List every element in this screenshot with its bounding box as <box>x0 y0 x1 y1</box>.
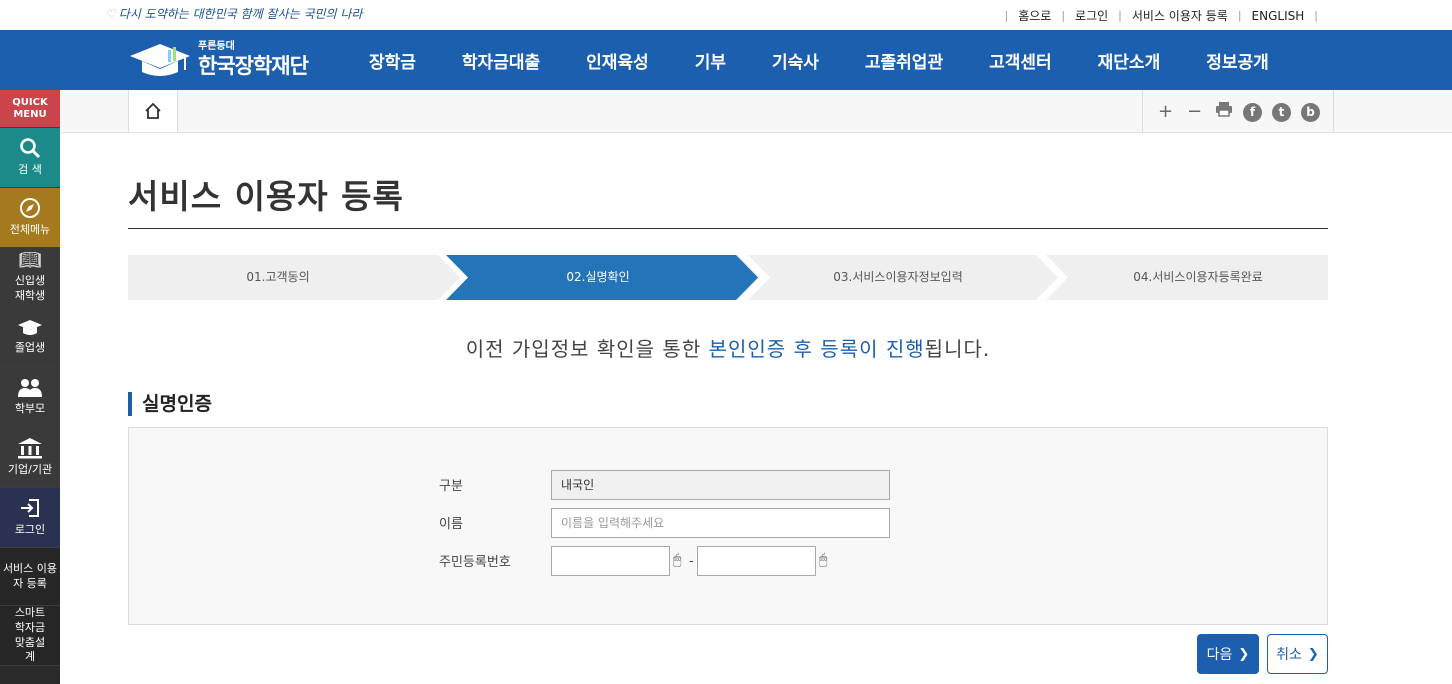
graduation-cap-icon <box>18 320 42 336</box>
link-service-register[interactable]: 서비스 이용자 등록 <box>1132 7 1228 24</box>
page-title: 서비스 이용자 등록 <box>128 177 404 216</box>
quick-students[interactable]: 📖︎ 신입생 재학생 <box>0 248 60 308</box>
virtual-keypad-icon[interactable]: 🖱︎ <box>673 552 681 568</box>
rrn-label: 주민등록번호 <box>439 555 511 570</box>
main-menu: 장학금 학자금대출 인재육성 기부 기숙사 고졸취업관 고객센터 재단소개 정보… <box>346 30 1292 90</box>
cancel-button[interactable]: 취소 ❯ <box>1267 634 1328 674</box>
name-label: 이름 <box>439 517 463 532</box>
nav-donation[interactable]: 기부 <box>672 48 749 73</box>
quick-search[interactable]: 검 색 <box>0 128 60 188</box>
institution-icon <box>18 438 42 459</box>
slogan: ♡ 다시 도약하는 대한민국 함께 잘사는 국민의 나라 <box>106 5 362 22</box>
quick-service-register[interactable]: 서비스 이용자 등록 <box>0 548 60 606</box>
next-button[interactable]: 다음 ❯ <box>1197 634 1259 674</box>
print-icon[interactable] <box>1209 101 1238 122</box>
quick-menu-title: QUICK MENU <box>0 90 60 128</box>
page-tools: + − f t b <box>1142 90 1334 132</box>
step-1: 01.고객동의 <box>246 270 310 284</box>
nav-disclosure[interactable]: 정보공개 <box>1183 48 1292 73</box>
home-button[interactable] <box>128 90 178 132</box>
compass-icon <box>20 198 40 219</box>
nav-scholarship[interactable]: 장학금 <box>346 48 439 73</box>
slogan-text: 다시 도약하는 대한민국 함께 잘사는 국민의 나라 <box>118 7 363 21</box>
heart-icon: ♡ <box>106 7 117 21</box>
quick-institutions[interactable]: 기업/기관 <box>0 428 60 488</box>
quick-login[interactable]: 로그인 <box>0 488 60 548</box>
nav-about[interactable]: 재단소개 <box>1075 48 1184 73</box>
search-icon <box>20 138 41 159</box>
quick-graduates[interactable]: 졸업생 <box>0 308 60 368</box>
home-icon <box>145 102 161 119</box>
parents-icon <box>18 379 42 398</box>
step-3: 03.서비스이용자정보입력 <box>833 270 963 284</box>
title-divider <box>128 228 1328 229</box>
nav-customer-center[interactable]: 고객센터 <box>966 48 1075 73</box>
facebook-icon[interactable]: f <box>1238 100 1267 122</box>
zoom-out-icon[interactable]: − <box>1180 101 1209 122</box>
type-field: 내국인 <box>551 470 890 500</box>
book-icon: 📖︎ <box>18 249 42 271</box>
link-english[interactable]: ENGLISH <box>1252 9 1305 23</box>
nav-student-loan[interactable]: 학자금대출 <box>439 48 563 73</box>
utility-links: | 홈으로 | 로그인 | 서비스 이용자 등록 | ENGLISH | <box>1004 7 1318 24</box>
name-input[interactable]: 이름을 입력해주세요 <box>551 508 890 538</box>
twitter-icon[interactable]: t <box>1267 100 1296 122</box>
verification-form: 구분 내국인 이름 이름을 입력해주세요 주민등록번호 🖱︎ - 🖱︎ <box>128 427 1328 625</box>
logo-title: 한국장학재단 <box>198 54 309 78</box>
graduation-cap-logo-icon <box>130 44 190 76</box>
main-nav-bar: 푸른등대 한국장학재단 장학금 학자금대출 인재육성 기부 기숙사 고졸취업관 … <box>0 30 1452 90</box>
top-utility-bar: ♡ 다시 도약하는 대한민국 함께 잘사는 국민의 나라 | 홈으로 | 로그인 … <box>0 0 1452 30</box>
rrn-front-input[interactable] <box>551 546 670 576</box>
section-title: 실명인증 <box>128 392 212 416</box>
type-label: 구분 <box>439 479 463 494</box>
chevron-right-icon: ❯ <box>1307 646 1319 662</box>
step-2-active: 02.실명확인 <box>566 270 630 284</box>
login-icon <box>21 499 39 518</box>
intro-message: 이전 가입정보 확인을 통한 본인인증 후 등록이 진행됩니다. <box>465 337 991 361</box>
chevron-right-icon: ❯ <box>1238 646 1250 662</box>
step-4: 04.서비스이용자등록완료 <box>1133 270 1263 284</box>
quick-all-menu[interactable]: 전체메뉴 <box>0 188 60 248</box>
blog-icon[interactable]: b <box>1296 100 1325 122</box>
quick-menu: QUICK MENU 검 색 전체메뉴 📖︎ 신입생 재학생 졸업생 학부모 기… <box>0 90 60 684</box>
quick-parents[interactable]: 학부모 <box>0 368 60 428</box>
logo[interactable]: 푸른등대 한국장학재단 <box>128 36 328 84</box>
nav-talent[interactable]: 인재육성 <box>563 48 672 73</box>
progress-steps: 01.고객동의 02.실명확인 03.서비스이용자정보입력 04.서비스이용자등… <box>128 255 1328 300</box>
rrn-back-input[interactable] <box>697 546 816 576</box>
virtual-keypad-icon[interactable]: 🖱︎ <box>819 552 827 568</box>
link-home[interactable]: 홈으로 <box>1018 7 1051 24</box>
nav-employment[interactable]: 고졸취업관 <box>842 48 966 73</box>
zoom-in-icon[interactable]: + <box>1151 101 1180 122</box>
quick-smart-plan[interactable]: 스마트 학자금 맞춤설계 <box>0 606 60 666</box>
nav-dormitory[interactable]: 기숙사 <box>749 48 842 73</box>
link-login[interactable]: 로그인 <box>1075 7 1108 24</box>
breadcrumb-bar: + − f t b <box>60 90 1452 133</box>
rrn-separator: - <box>689 554 694 569</box>
